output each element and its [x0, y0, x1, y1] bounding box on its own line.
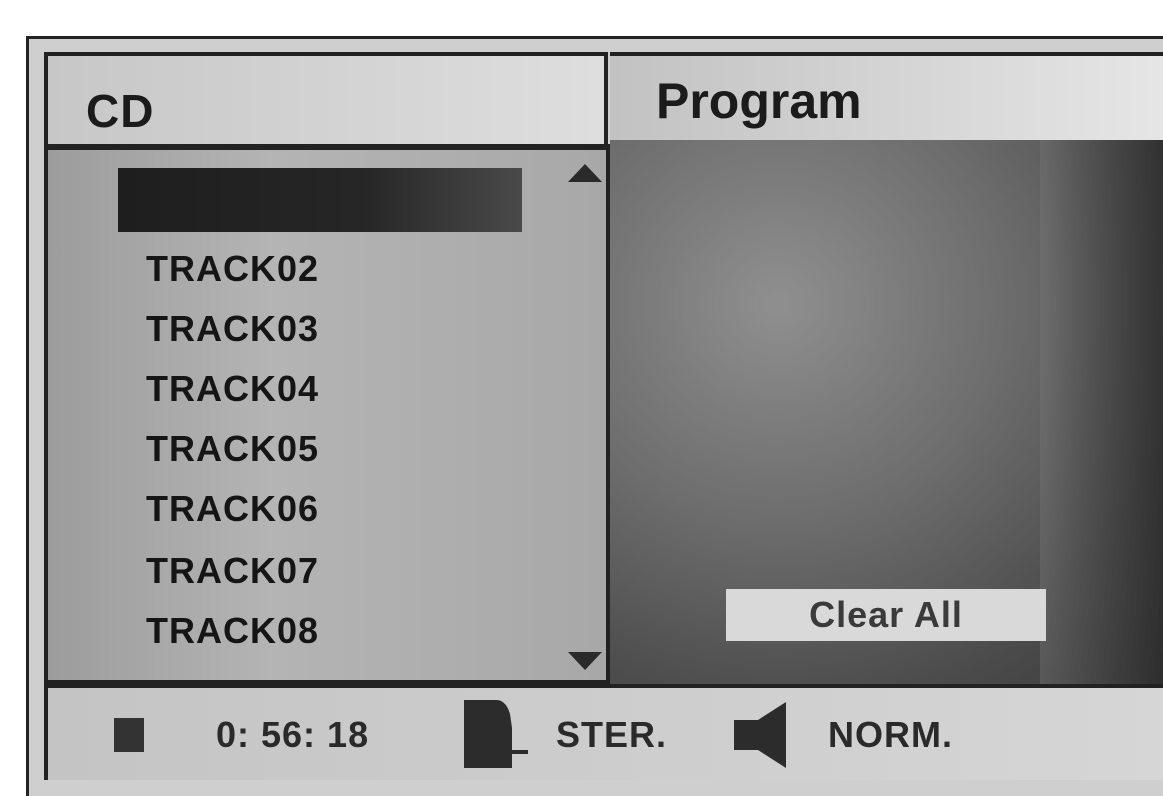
track-item[interactable]: TRACK03 [146, 308, 319, 350]
clear-all-button[interactable]: Clear All [726, 589, 1046, 641]
speaker-icon [734, 702, 786, 768]
status-bar: 0: 56: 18 STER. NORM. [44, 684, 1163, 780]
stop-icon [114, 718, 144, 752]
cd-panel-header: CD [44, 52, 608, 144]
track-item[interactable]: TRACK04 [146, 368, 319, 410]
track-item[interactable]: TRACK08 [146, 610, 319, 652]
track-item[interactable]: TRACK06 [146, 488, 319, 530]
cd-track-list[interactable]: TRACK02 TRACK03 TRACK04 TRACK05 TRACK06 … [44, 144, 610, 684]
cd-panel-title: CD [86, 85, 155, 137]
program-panel-header: Program [610, 52, 1163, 144]
program-panel-title: Program [656, 73, 862, 129]
track-item[interactable]: TRACK02 [146, 248, 319, 290]
scroll-up-arrow-icon[interactable] [568, 164, 602, 182]
track-item[interactable]: TRACK05 [146, 428, 319, 470]
track-item[interactable]: TRACK07 [146, 550, 319, 592]
audio-mode: STER. [556, 714, 668, 755]
audio-channel-icon [464, 700, 528, 768]
scroll-down-arrow-icon[interactable] [568, 652, 602, 670]
selected-track-highlight[interactable] [118, 168, 522, 232]
sound-mode: NORM. [828, 714, 953, 755]
playback-time: 0: 56: 18 [216, 714, 370, 755]
